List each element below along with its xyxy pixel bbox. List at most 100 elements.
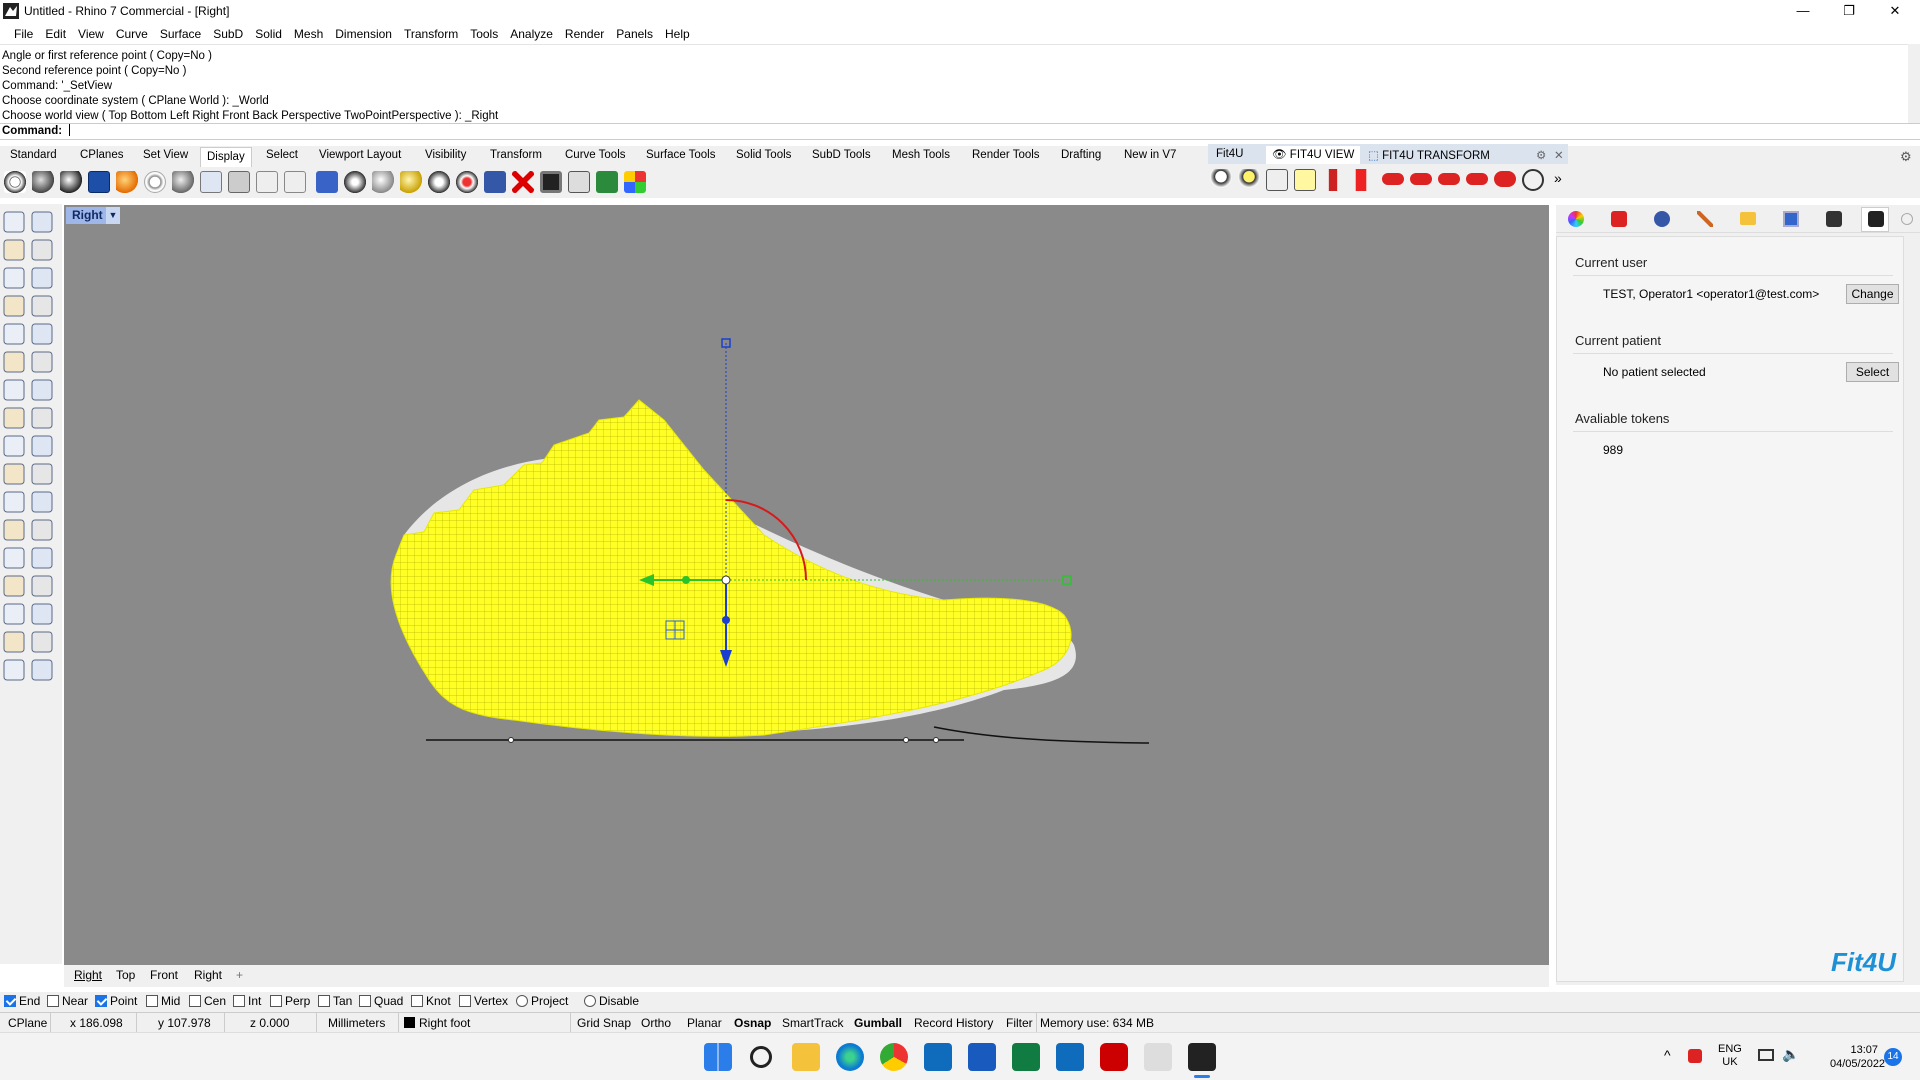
hatch-icon[interactable] [31,603,53,625]
osnap-point[interactable]: Point [95,994,137,1008]
raytraced-icon[interactable] [256,171,278,193]
tools-icon[interactable] [1826,211,1842,227]
menu-mesh[interactable]: Mesh [288,24,329,44]
menu-analyze[interactable]: Analyze [504,24,559,44]
array-icon[interactable] [3,575,25,597]
status-planar[interactable]: Planar [687,1016,722,1030]
vp-tab-right-2[interactable]: Right [194,968,222,982]
wireframe-icon[interactable] [4,171,26,193]
status-osnap[interactable]: Osnap [734,1016,771,1030]
box-icon[interactable] [3,379,25,401]
color-grid-icon[interactable] [624,171,646,193]
rendered-icon[interactable] [60,171,82,193]
trim-icon[interactable] [31,435,53,457]
clock[interactable]: 13:07 04/05/2022 [1830,1043,1885,1071]
cylinder-icon[interactable] [1322,169,1344,191]
dimension-icon[interactable] [31,547,53,569]
pen-icon[interactable] [200,171,222,193]
chevron-down-icon[interactable]: ▼ [106,207,120,224]
select-icon[interactable] [3,211,25,233]
freeform-icon[interactable] [31,323,53,345]
red-cylinder-icon[interactable] [1350,169,1372,191]
notification-badge[interactable]: 14 [1884,1048,1902,1066]
vp-tab-front[interactable]: Front [150,968,178,982]
arc-icon[interactable] [3,295,25,317]
control-point[interactable] [903,737,909,743]
shoe-pair-icon[interactable] [1494,171,1516,187]
menu-surface[interactable]: Surface [154,24,207,44]
maximize-button[interactable]: ❐ [1826,0,1872,24]
layers-icon[interactable] [1611,211,1627,227]
more-icon[interactable]: » [1554,170,1562,186]
bulb-icon[interactable] [1210,169,1232,191]
tab-drafting[interactable]: Drafting [1061,149,1101,161]
sphere-tool-icon[interactable] [31,379,53,401]
surface-icon[interactable] [3,351,25,373]
cylinder-tool-icon[interactable] [3,407,25,429]
shoe-icon[interactable] [1382,173,1404,185]
change-user-button[interactable]: Change [1846,284,1899,304]
osnap-int[interactable]: Int [233,994,261,1008]
osnap-disable[interactable]: Disable [584,994,639,1008]
status-gumball[interactable]: Gumball [854,1016,902,1030]
menu-tools[interactable]: Tools [464,24,504,44]
tray-app-icon[interactable] [1688,1049,1702,1063]
minimize-button[interactable]: — [1780,0,1826,24]
tab-fit4u[interactable]: Fit4U [1216,148,1243,160]
status-ortho[interactable]: Ortho [641,1016,671,1030]
menu-render[interactable]: Render [559,24,610,44]
language-indicator[interactable]: ENG UK [1718,1043,1742,1069]
chrome-icon[interactable] [880,1043,908,1071]
tab-transform[interactable]: Transform [490,149,542,161]
globe-icon[interactable] [344,171,366,193]
shoe-back-icon[interactable] [1466,173,1488,185]
polygon-icon[interactable] [31,295,53,317]
menu-solid[interactable]: Solid [249,24,288,44]
close-button[interactable]: ✕ [1872,0,1918,24]
shoe-top-icon[interactable] [1438,173,1460,185]
color-wheel-icon[interactable] [1568,211,1584,227]
gumball-x-dot[interactable] [682,576,690,584]
menu-transform[interactable]: Transform [398,24,464,44]
display-panel-icon[interactable] [1783,211,1799,227]
xray-icon[interactable] [116,171,138,193]
menu-file[interactable]: File [8,24,39,44]
excel-icon[interactable] [1012,1043,1040,1071]
status-smarttrack[interactable]: SmartTrack [782,1016,844,1030]
point-icon[interactable] [31,211,53,233]
camera-icon[interactable] [484,171,506,193]
text-icon[interactable] [3,547,25,569]
folder-icon[interactable] [1740,212,1756,225]
osnap-cen[interactable]: Cen [189,994,226,1008]
split-icon[interactable] [3,463,25,485]
delete-icon[interactable] [512,171,534,193]
explode-icon[interactable] [3,491,25,513]
osnap-mid[interactable]: Mid [146,994,180,1008]
viewport-right[interactable] [64,205,1549,965]
select-patient-button[interactable]: Select [1846,362,1899,382]
status-units[interactable]: Millimeters [328,1016,385,1030]
word-icon[interactable] [968,1043,996,1071]
zoom-icon[interactable] [1522,169,1544,191]
file-explorer-icon[interactable] [792,1043,820,1071]
rectangle-icon[interactable] [31,239,53,261]
osnap-knot[interactable]: Knot [411,994,451,1008]
tab-curve-tools[interactable]: Curve Tools [565,149,626,161]
bulb-on-icon[interactable] [1238,169,1260,191]
analyze-icon[interactable] [3,631,25,653]
menu-panels[interactable]: Panels [610,24,659,44]
osnap-perp[interactable]: Perp [270,994,310,1008]
light-sphere-icon[interactable] [400,171,422,193]
ellipse-icon[interactable] [31,267,53,289]
vp-tab-right[interactable]: Right [74,968,102,982]
technical-icon[interactable] [144,171,166,193]
tab-set-view[interactable]: Set View [143,149,188,161]
osnap-tan[interactable]: Tan [318,994,352,1008]
chevron-up-icon[interactable]: ^ [1664,1047,1671,1063]
loft-icon[interactable] [31,407,53,429]
osnap-near[interactable]: Near [47,994,88,1008]
light-tool-icon[interactable] [31,659,53,681]
gumball-center[interactable] [721,575,731,585]
control-point[interactable] [508,737,514,743]
outlook-new-icon[interactable] [1056,1043,1084,1071]
